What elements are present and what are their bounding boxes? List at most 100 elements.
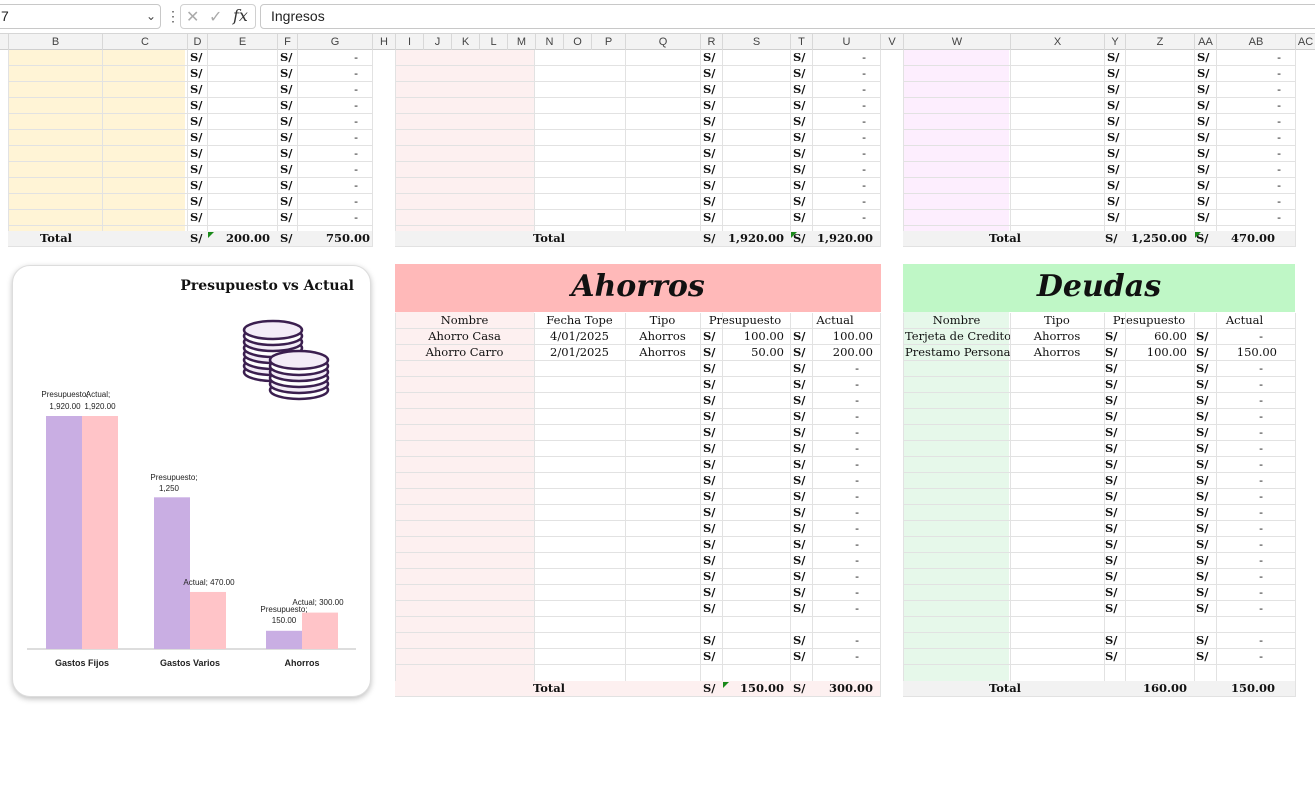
column-header-v[interactable]: V (880, 34, 903, 50)
actual-cell[interactable]: - (811, 473, 859, 489)
value-cell[interactable]: - (812, 98, 866, 114)
value-cell[interactable]: - (812, 130, 866, 146)
presupuesto-cell[interactable] (1125, 521, 1187, 537)
actual-cell[interactable]: - (811, 521, 859, 537)
nombre-cell[interactable]: Terjeta de Credito (905, 329, 1010, 345)
value-cell[interactable]: - (297, 82, 358, 98)
more-options-icon[interactable]: ⋮ (166, 8, 180, 25)
actual-cell[interactable]: - (811, 537, 859, 553)
column-header-l[interactable]: L (479, 34, 507, 50)
formula-input[interactable]: Ingresos (260, 4, 1315, 29)
check-icon[interactable]: ✓ (209, 7, 222, 27)
actual-cell[interactable]: - (1215, 473, 1263, 489)
value-cell[interactable]: - (812, 146, 866, 162)
presupuesto-cell[interactable] (1125, 393, 1187, 409)
actual-cell[interactable]: - (1215, 649, 1263, 665)
presupuesto-cell[interactable] (722, 569, 784, 585)
presupuesto-cell[interactable] (1125, 505, 1187, 521)
presupuesto-cell[interactable] (722, 377, 784, 393)
column-header-c[interactable]: C (102, 34, 187, 50)
value-cell[interactable]: - (812, 66, 866, 82)
column-header-r[interactable]: R (700, 34, 722, 50)
actual-cell[interactable]: - (1215, 585, 1263, 601)
column-header-e[interactable]: E (207, 34, 277, 50)
value-cell[interactable]: - (812, 114, 866, 130)
presupuesto-cell[interactable] (722, 537, 784, 553)
actual-cell[interactable]: - (1215, 361, 1263, 377)
value-cell[interactable]: - (1216, 82, 1281, 98)
actual-cell[interactable]: - (1215, 505, 1263, 521)
value-cell[interactable]: - (1216, 66, 1281, 82)
actual-cell[interactable]: - (811, 489, 859, 505)
value-cell[interactable]: - (812, 50, 866, 66)
fecha-cell[interactable]: 4/01/2025 (534, 329, 625, 345)
presupuesto-cell[interactable] (722, 601, 784, 617)
nombre-cell[interactable]: Prestamo Personal (905, 345, 1010, 361)
presupuesto-cell[interactable] (722, 633, 784, 649)
nombre-cell[interactable]: Ahorro Carro (395, 345, 534, 361)
actual-cell[interactable]: 150.00 (1215, 345, 1277, 361)
value-cell[interactable]: - (297, 178, 358, 194)
column-header-t[interactable]: T (790, 34, 812, 50)
column-header-ab[interactable]: AB (1216, 34, 1295, 50)
value-cell[interactable]: - (297, 146, 358, 162)
actual-cell[interactable]: - (1215, 633, 1263, 649)
presupuesto-cell[interactable] (722, 521, 784, 537)
value-cell[interactable]: - (1216, 114, 1281, 130)
column-header-aa[interactable]: AA (1194, 34, 1216, 50)
presupuesto-cell[interactable] (1125, 553, 1187, 569)
presupuesto-cell[interactable]: 50.00 (722, 345, 784, 361)
tipo-cell[interactable]: Ahorros (1010, 329, 1104, 345)
value-cell[interactable]: - (812, 82, 866, 98)
presupuesto-cell[interactable] (1125, 473, 1187, 489)
actual-cell[interactable]: - (1215, 329, 1263, 345)
name-box[interactable]: 7 ⌄ (0, 4, 161, 29)
actual-cell[interactable]: - (1215, 457, 1263, 473)
actual-cell[interactable]: - (1215, 377, 1263, 393)
column-header-b[interactable]: B (8, 34, 102, 50)
fecha-cell[interactable]: 2/01/2025 (534, 345, 625, 361)
tipo-cell[interactable]: Ahorros (625, 329, 700, 345)
actual-cell[interactable]: - (811, 585, 859, 601)
presupuesto-cell[interactable] (722, 473, 784, 489)
value-cell[interactable]: - (297, 98, 358, 114)
actual-cell[interactable]: - (1215, 441, 1263, 457)
presupuesto-cell[interactable] (722, 393, 784, 409)
presupuesto-cell[interactable]: 60.00 (1125, 329, 1187, 345)
value-cell[interactable]: - (1216, 130, 1281, 146)
column-header-i[interactable]: I (395, 34, 423, 50)
column-header-o[interactable]: O (563, 34, 591, 50)
presupuesto-cell[interactable] (1125, 489, 1187, 505)
presupuesto-cell[interactable]: 100.00 (722, 329, 784, 345)
column-header-k[interactable]: K (451, 34, 479, 50)
presupuesto-cell[interactable] (1125, 569, 1187, 585)
column-header-x[interactable]: X (1010, 34, 1104, 50)
actual-cell[interactable]: - (811, 457, 859, 473)
actual-cell[interactable]: - (811, 425, 859, 441)
value-cell[interactable]: - (1216, 210, 1281, 226)
actual-cell[interactable]: - (811, 569, 859, 585)
actual-cell[interactable]: - (1215, 393, 1263, 409)
value-cell[interactable]: - (812, 178, 866, 194)
presupuesto-cell[interactable] (1125, 361, 1187, 377)
value-cell[interactable]: - (1216, 98, 1281, 114)
value-cell[interactable]: - (297, 162, 358, 178)
presupuesto-cell[interactable] (1125, 537, 1187, 553)
value-cell[interactable]: - (1216, 194, 1281, 210)
tipo-cell[interactable]: Ahorros (1010, 345, 1104, 361)
actual-cell[interactable]: - (1215, 553, 1263, 569)
column-header-f[interactable]: F (277, 34, 297, 50)
value-cell[interactable]: - (1216, 162, 1281, 178)
presupuesto-cell[interactable] (722, 553, 784, 569)
value-cell[interactable]: - (1216, 50, 1281, 66)
actual-cell[interactable]: 100.00 (811, 329, 873, 345)
presupuesto-cell[interactable] (722, 441, 784, 457)
actual-cell[interactable]: - (811, 361, 859, 377)
presupuesto-cell[interactable] (1125, 425, 1187, 441)
actual-cell[interactable]: - (811, 505, 859, 521)
actual-cell[interactable]: - (811, 601, 859, 617)
value-cell[interactable]: - (812, 210, 866, 226)
cancel-icon[interactable]: ✕ (186, 7, 199, 27)
presupuesto-cell[interactable] (1125, 409, 1187, 425)
actual-cell[interactable]: - (1215, 569, 1263, 585)
